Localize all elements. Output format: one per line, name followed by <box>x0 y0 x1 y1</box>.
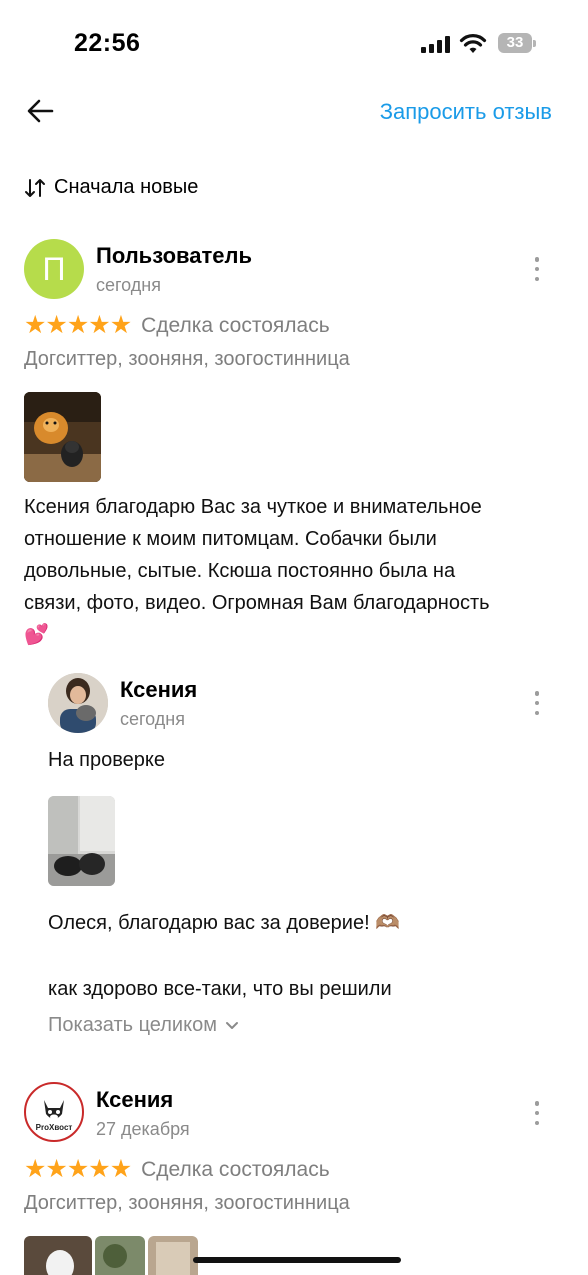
star-icon: ★ <box>24 311 46 339</box>
sort-selector[interactable]: Сначала новые <box>24 176 198 199</box>
reply-avatar[interactable] <box>48 673 108 733</box>
battery-level: 33 <box>506 34 524 51</box>
logo-text: ProХвост <box>35 1123 73 1132</box>
dogs-photo-image <box>24 392 101 482</box>
review-text-line: 💕 <box>24 624 49 646</box>
more-options-icon[interactable] <box>534 257 540 281</box>
deal-status: Сделка состоялась <box>141 1157 330 1181</box>
service-category: Догситтер, зооняня, зоогостинница <box>24 348 350 370</box>
review-photo[interactable] <box>24 1236 92 1275</box>
reply-text-line: как здорово все-таки, что вы решили <box>48 978 392 1000</box>
review-photo[interactable] <box>148 1236 198 1275</box>
sort-label: Сначала новые <box>54 176 199 198</box>
back-arrow-icon[interactable] <box>26 96 56 126</box>
star-icon: ★ <box>109 1155 132 1183</box>
more-options-icon[interactable] <box>534 1101 540 1125</box>
service-category: Догситтер, зооняня, зоогостинница <box>24 1192 350 1214</box>
star-icon: ★ <box>45 311 67 339</box>
review-photo[interactable] <box>95 1236 145 1275</box>
star-icon: ★ <box>88 1155 110 1183</box>
dogs-at-home-photo <box>48 796 115 886</box>
reply-author[interactable]: Ксения <box>120 677 197 703</box>
review-photo[interactable] <box>24 392 101 482</box>
show-full-button[interactable]: Показать целиком <box>48 1014 239 1037</box>
star-icon: ★ <box>45 1155 67 1183</box>
person-with-dog-photo <box>48 673 108 733</box>
reply-text-line: Олеся, благодарю вас за доверие! 🫶🏽 <box>48 912 401 934</box>
review-text-line: довольные, сытые. Ксюша постоянно была н… <box>24 560 456 582</box>
review-text-line: отношение к моим питомцам. Собачки были <box>24 528 437 550</box>
star-icon: ★ <box>88 311 110 339</box>
review-author[interactable]: Ксения <box>96 1087 173 1113</box>
reply-status: На проверке <box>48 749 165 771</box>
avatar[interactable]: П <box>24 239 84 299</box>
review-text: Ксения благодарю Вас за чуткое и внимате… <box>24 491 569 651</box>
street-photo <box>148 1236 198 1275</box>
star-icon: ★ <box>24 1155 46 1183</box>
rating-stars: ★ ★ ★ ★ ★ Сделка состоялась <box>24 313 330 338</box>
rating-stars: ★ ★ ★ ★ ★ Сделка состоялась <box>24 1157 330 1182</box>
wifi-icon <box>459 34 487 53</box>
avatar[interactable]: ProХвост <box>24 1082 84 1142</box>
show-full-label: Показать целиком <box>48 1014 217 1036</box>
review-text-line: Ксения благодарю Вас за чуткое и внимате… <box>24 496 482 518</box>
home-indicator <box>193 1257 401 1263</box>
review-text-line: связи, фото, видео. Огромная Вам благода… <box>24 592 490 614</box>
star-icon: ★ <box>66 1155 89 1183</box>
request-review-link[interactable]: Запросить отзыв <box>380 99 552 125</box>
status-time: 22:56 <box>74 29 141 57</box>
star-icon: ★ <box>66 311 89 339</box>
reply-photo[interactable] <box>48 796 115 886</box>
star-icon: ★ <box>109 311 132 339</box>
reply-date: сегодня <box>120 709 185 729</box>
reply-more-options-icon[interactable] <box>534 691 540 715</box>
sort-arrows-icon <box>25 178 45 197</box>
white-dog-photo <box>24 1236 92 1275</box>
avatar-letter: П <box>42 250 66 287</box>
chevron-down-icon <box>225 1021 238 1029</box>
deal-status: Сделка состоялась <box>141 313 330 337</box>
park-photo <box>95 1236 145 1275</box>
battery-icon: 33 <box>498 33 538 55</box>
review-date: сегодня <box>96 275 161 295</box>
cellular-signal-icon <box>421 36 450 53</box>
review-author[interactable]: Пользователь <box>96 243 252 269</box>
review-date: 27 декабря <box>96 1119 190 1139</box>
